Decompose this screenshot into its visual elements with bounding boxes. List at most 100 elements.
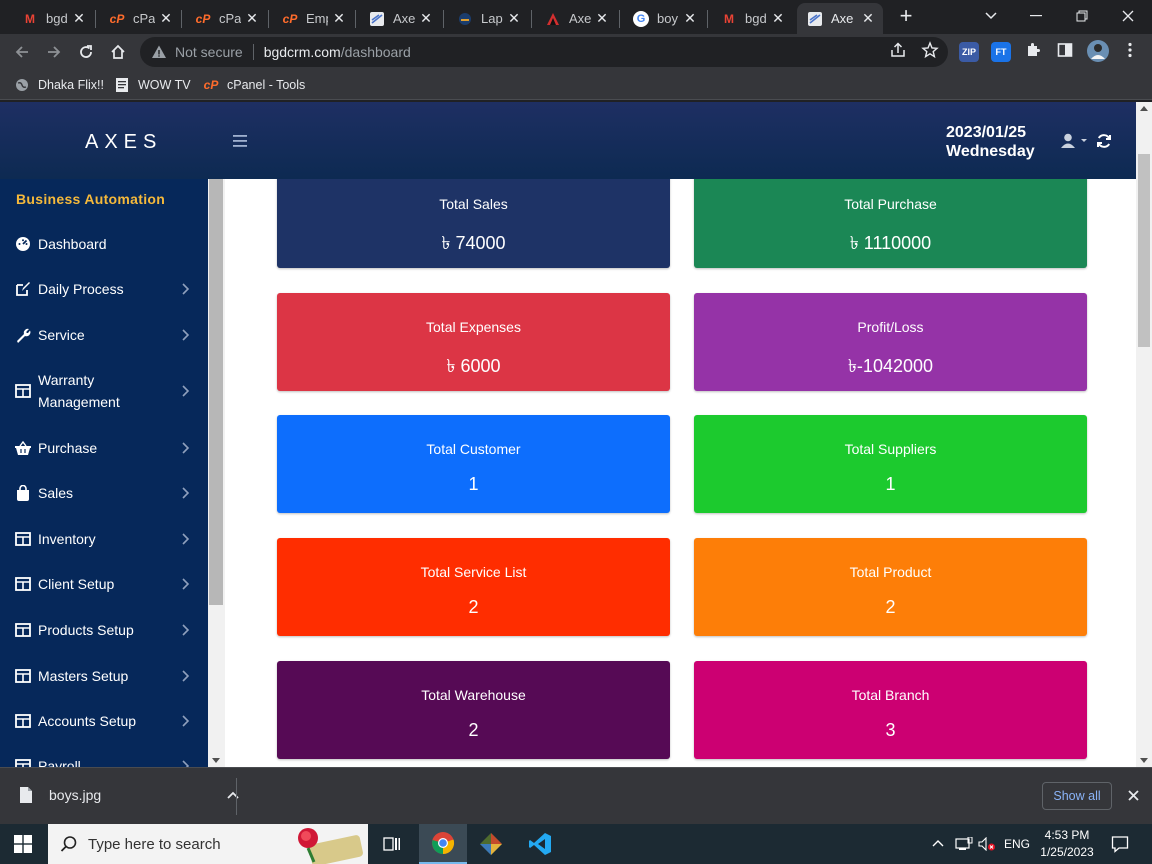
stat-card-total-warehouse[interactable]: Total Warehouse 2 <box>277 661 670 759</box>
ft-extension-icon[interactable]: FT <box>991 42 1011 62</box>
page-scroll-thumb[interactable] <box>1138 154 1150 347</box>
card-title: Total Purchase <box>844 196 937 212</box>
tab-4[interactable]: cP Emp ✕ <box>272 3 354 34</box>
tab-6[interactable]: Lapt ✕ <box>447 3 529 34</box>
stat-card-total-product[interactable]: Total Product 2 <box>694 538 1087 636</box>
sidebar-item-payroll[interactable]: Payroll <box>0 755 208 767</box>
bookmark-dhaka-flix[interactable]: Dhaka Flix!! <box>14 76 104 94</box>
download-item[interactable]: boys.jpg <box>20 787 239 803</box>
sidebar-item-sales[interactable]: Sales <box>0 482 208 504</box>
speaker-muted-icon[interactable] <box>978 837 996 851</box>
tab-search-icon[interactable] <box>977 4 1005 28</box>
window-close-icon[interactable] <box>1114 4 1142 28</box>
browser-toolbar: Not secure bgdcrm.com/dashboard ZIP FT <box>0 34 1152 70</box>
sidebar-item-client-setup[interactable]: Client Setup <box>0 573 208 595</box>
task-view-icon[interactable] <box>368 824 416 864</box>
chevron-right-icon <box>182 670 190 682</box>
bookmark-star-icon[interactable] <box>921 41 939 59</box>
tab-close-icon[interactable]: ✕ <box>245 11 259 25</box>
vscode-taskbar-icon[interactable] <box>516 824 564 864</box>
sidebar-item-masters-setup[interactable]: Masters Setup <box>0 665 208 687</box>
app-header: AXES 2023/01/25 Wednesday <box>0 102 1136 179</box>
tab-close-icon[interactable]: ✕ <box>72 11 86 25</box>
profile-avatar[interactable] <box>1087 40 1109 62</box>
axes-triangle-icon <box>545 11 561 27</box>
stat-card-total-service-list[interactable]: Total Service List 2 <box>277 538 670 636</box>
table-icon <box>15 383 31 399</box>
notifications-icon[interactable] <box>1111 835 1129 853</box>
restore-icon[interactable] <box>1068 4 1096 28</box>
url-text: bgdcrm.com/dashboard <box>263 44 411 60</box>
sidebar-item-products-setup[interactable]: Products Setup <box>0 619 208 641</box>
git-taskbar-icon[interactable] <box>467 824 515 864</box>
tab-close-icon[interactable]: ✕ <box>683 11 697 25</box>
chrome-taskbar-icon[interactable] <box>419 824 467 864</box>
back-icon[interactable] <box>10 40 34 64</box>
tab-close-icon[interactable]: ✕ <box>159 11 173 25</box>
tab-3[interactable]: cP cPan ✕ <box>185 3 267 34</box>
new-tab-button[interactable]: + <box>896 5 916 27</box>
taskbar-search[interactable]: Type here to search <box>48 824 368 864</box>
sidebar-item-daily-process[interactable]: Daily Process <box>0 278 208 300</box>
gmail-icon: M <box>724 11 734 26</box>
stat-card-total-purchase[interactable]: Total Purchase ৳ 1110000 <box>694 170 1087 268</box>
tab-label: Emp <box>306 11 328 26</box>
tab-close-icon[interactable]: ✕ <box>861 11 875 25</box>
tab-close-icon[interactable]: ✕ <box>595 11 609 25</box>
network-icon[interactable] <box>955 837 973 851</box>
extensions-puzzle-icon[interactable] <box>1024 41 1042 59</box>
sidebar-item-accounts-setup[interactable]: Accounts Setup <box>0 710 208 732</box>
browser-tab-strip: Mbgd✕cPcPan✕cPcPan✕cPEmp✕Axe✕Lapt✕Axe✕Gb… <box>0 0 1152 34</box>
tab-1[interactable]: Mbgd ✕ <box>12 3 94 34</box>
stat-card-total-expenses[interactable]: Total Expenses ৳ 6000 <box>277 293 670 391</box>
tab-close-icon[interactable]: ✕ <box>507 11 521 25</box>
sidebar-item-purchase[interactable]: Purchase <box>0 437 208 459</box>
share-icon[interactable] <box>889 41 907 59</box>
tab-10[interactable]: Axe ✕ <box>797 3 883 34</box>
side-panel-icon[interactable] <box>1056 41 1074 59</box>
sidebar-scroll-thumb[interactable] <box>209 179 223 605</box>
stat-card-total-suppliers[interactable]: Total Suppliers 1 <box>694 415 1087 513</box>
tab-8[interactable]: Gboy ✕ <box>623 3 705 34</box>
reload-icon[interactable] <box>74 40 98 64</box>
sidebar-item-dashboard[interactable]: Dashboard <box>0 233 208 255</box>
tab-label: Axe <box>831 11 853 26</box>
card-value: 2 <box>468 597 479 617</box>
tray-chevron-up-icon[interactable] <box>932 839 944 847</box>
browser-menu-icon[interactable] <box>1121 41 1139 59</box>
tab-7[interactable]: Axe ✕ <box>535 3 617 34</box>
bookmark-wow-tv[interactable]: WOW TV <box>114 76 191 94</box>
sidebar-item-service[interactable]: Service <box>0 324 208 346</box>
home-icon[interactable] <box>106 40 130 64</box>
stat-card-total-sales[interactable]: Total Sales ৳ 74000 <box>277 170 670 268</box>
sidebar-item-warranty-management[interactable]: Warranty Management <box>0 369 208 413</box>
windows-start-icon[interactable] <box>14 835 32 853</box>
address-bar[interactable]: Not secure bgdcrm.com/dashboard <box>140 37 948 67</box>
stat-card-total-branch[interactable]: Total Branch 3 <box>694 661 1087 759</box>
zip-extension-icon[interactable]: ZIP <box>959 42 979 62</box>
user-menu-icon[interactable] <box>1060 133 1090 149</box>
tab-2[interactable]: cP cPan ✕ <box>99 3 181 34</box>
tab-9[interactable]: Mbgd ✕ <box>711 3 793 34</box>
sidebar-scrollbar[interactable] <box>208 179 225 767</box>
chevron-right-icon <box>182 533 190 545</box>
show-all-button[interactable]: Show all <box>1042 782 1112 810</box>
minimize-icon[interactable] <box>1022 4 1050 28</box>
stat-card-profit-loss[interactable]: Profit/Loss ৳-1042000 <box>694 293 1087 391</box>
bookmark-cpanel-tools[interactable]: cP cPanel - Tools <box>203 76 306 94</box>
hamburger-menu-icon[interactable] <box>233 135 247 147</box>
stat-card-total-customer[interactable]: Total Customer 1 <box>277 415 670 513</box>
tab-close-icon[interactable]: ✕ <box>419 11 433 25</box>
sidebar-item-inventory[interactable]: Inventory <box>0 528 208 550</box>
forward-icon[interactable] <box>42 40 66 64</box>
close-download-bar-icon[interactable] <box>1128 790 1139 801</box>
page-scrollbar[interactable] <box>1136 102 1152 767</box>
refresh-icon[interactable] <box>1096 133 1112 149</box>
language-indicator[interactable]: ENG <box>1004 824 1030 864</box>
chevron-up-icon[interactable] <box>227 791 239 799</box>
tab-close-icon[interactable]: ✕ <box>332 11 346 25</box>
tab-close-icon[interactable]: ✕ <box>771 11 785 25</box>
tab-5[interactable]: Axe ✕ <box>359 3 441 34</box>
taskbar-clock[interactable]: 4:53 PM 1/25/2023 <box>1036 827 1098 861</box>
tab-label: bgd <box>46 11 68 26</box>
